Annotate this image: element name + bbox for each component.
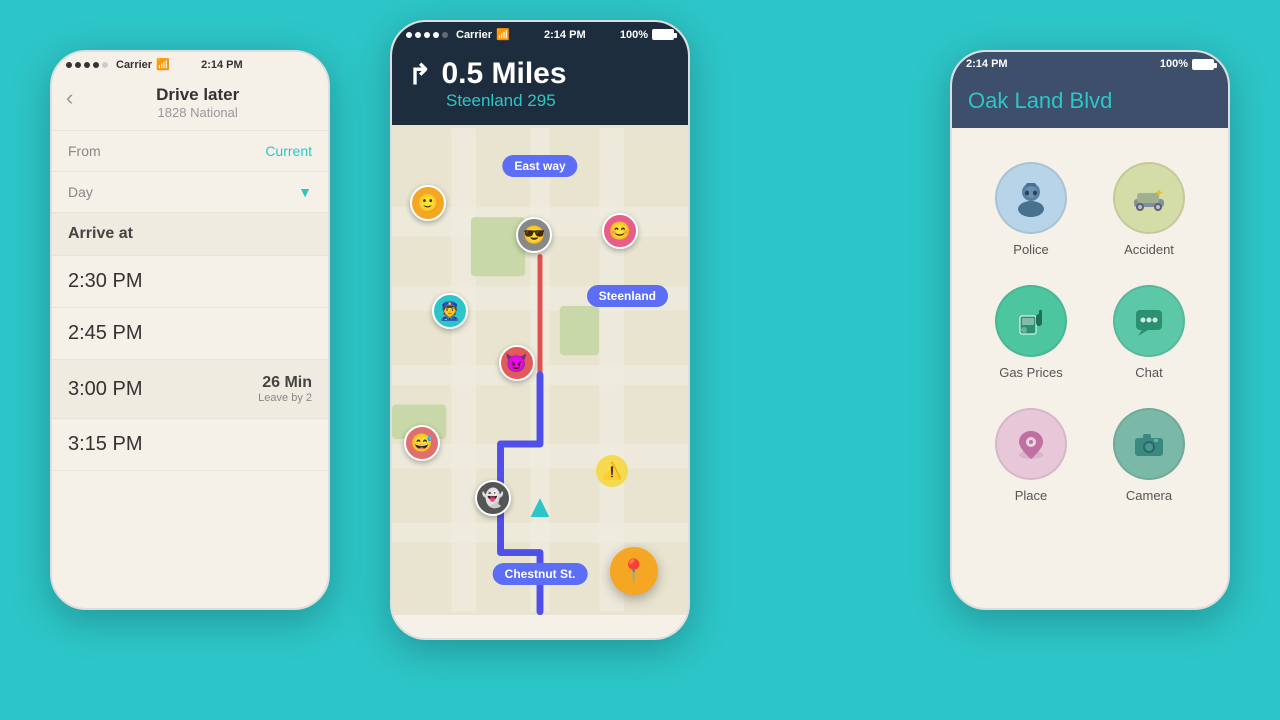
accident-label: Accident — [1124, 242, 1174, 257]
icon-item-place[interactable]: Place — [972, 394, 1090, 517]
avatar-pink2: 😅 — [404, 425, 440, 461]
chat-icon — [1130, 302, 1168, 340]
destination-pin: 📍 — [610, 547, 658, 595]
street-name: Oak Land Blvd — [968, 88, 1212, 114]
left-carrier: Carrier — [116, 59, 152, 71]
time-row-1[interactable]: 2:30 PM — [52, 256, 328, 308]
time-3-detail: 26 Min Leave by 2 — [258, 374, 312, 404]
left-status-bar: Carrier 📶 2:14 PM — [52, 52, 328, 77]
time-1: 2:30 PM — [68, 270, 142, 293]
center-status-bar: Carrier 📶 2:14 PM 100% — [392, 22, 688, 47]
map-area: East way Steenland Chestnut St. 🙂 😎 😊 👮 … — [392, 125, 688, 615]
gas-label: Gas Prices — [999, 365, 1063, 380]
time-row-3[interactable]: 3:00 PM 26 Min Leave by 2 — [52, 360, 328, 419]
time-2: 2:45 PM — [68, 322, 142, 345]
icon-item-camera[interactable]: Camera — [1090, 394, 1208, 517]
camera-icon — [1130, 425, 1168, 463]
svg-text:✦: ✦ — [1154, 186, 1164, 200]
police-label: Police — [1013, 242, 1048, 257]
address-subtitle: 1828 National — [81, 105, 314, 120]
chat-circle — [1113, 285, 1185, 357]
nav-street: Steenland 295 — [446, 91, 672, 111]
turn-arrow-icon: ↱ — [408, 58, 431, 91]
place-icon — [1012, 425, 1050, 463]
nav-distance: 0.5 Miles — [441, 57, 566, 91]
center-carrier: Carrier — [456, 29, 492, 41]
avatar-blue: 👮 — [432, 293, 468, 329]
steenland-label: Steenland — [587, 285, 668, 307]
left-body: From Current Day ▼ Arrive at 2:30 PM 2:4… — [52, 131, 328, 471]
arrive-section: Arrive at — [52, 213, 328, 256]
day-label: Day — [68, 184, 93, 200]
center-phone: Carrier 📶 2:14 PM 100% ↱ 0.5 Miles Steen… — [390, 20, 690, 640]
time-row-2[interactable]: 2:45 PM — [52, 308, 328, 360]
right-phone: 2:14 PM 100% Oak Land Blvd Police — [950, 50, 1230, 610]
avatar-orange: 🙂 — [410, 185, 446, 221]
police-icon — [1012, 179, 1050, 217]
camera-circle — [1113, 408, 1185, 480]
camera-label: Camera — [1126, 488, 1172, 503]
east-way-label: East way — [502, 155, 577, 177]
left-phone: Carrier 📶 2:14 PM ‹ Drive later 1828 Nat… — [50, 50, 330, 610]
left-header: ‹ Drive later 1828 National — [52, 77, 328, 131]
police-circle — [995, 162, 1067, 234]
chestnut-label: Chestnut St. — [493, 563, 588, 585]
gas-icon — [1012, 302, 1050, 340]
center-wifi-icon: 📶 — [496, 28, 510, 41]
street-banner: Oak Land Blvd — [952, 76, 1228, 128]
day-value: ▼ — [298, 184, 312, 200]
avatar-red: 😈 — [499, 345, 535, 381]
accident-circle: ✦ — [1113, 162, 1185, 234]
center-time: 2:14 PM — [544, 29, 586, 41]
icon-item-accident[interactable]: ✦ Accident — [1090, 148, 1208, 271]
icon-item-gas[interactable]: Gas Prices — [972, 271, 1090, 394]
left-wifi-icon: 📶 — [156, 58, 170, 71]
accident-icon: ✦ — [1130, 179, 1168, 217]
from-row: From Current — [52, 131, 328, 172]
time-3: 3:00 PM — [68, 378, 142, 401]
left-time: 2:14 PM — [201, 59, 243, 71]
right-status-bar: 2:14 PM 100% — [952, 52, 1228, 76]
from-value: Current — [265, 143, 312, 159]
place-circle — [995, 408, 1067, 480]
chat-label: Chat — [1135, 365, 1162, 380]
avatar-pink: 😊 — [602, 213, 638, 249]
day-row: Day ▼ — [52, 172, 328, 213]
gas-circle — [995, 285, 1067, 357]
icons-grid: Police ✦ Accident — [952, 128, 1228, 537]
icon-item-police[interactable]: Police — [972, 148, 1090, 271]
avatar-dark: 👻 — [475, 480, 511, 516]
nav-bar: ↱ 0.5 Miles Steenland 295 — [392, 47, 688, 125]
drive-later-title: Drive later — [81, 85, 314, 105]
right-time: 2:14 PM — [966, 58, 1008, 70]
time-row-4[interactable]: 3:15 PM — [52, 419, 328, 471]
center-battery-pct: 100% — [620, 29, 648, 41]
nav-arrow-icon: ▲ — [524, 488, 556, 525]
warning-pin: ⚠️ — [596, 455, 628, 487]
place-label: Place — [1015, 488, 1048, 503]
right-battery-pct: 100% — [1160, 58, 1188, 70]
time-4: 3:15 PM — [68, 433, 142, 456]
from-label: From — [68, 143, 101, 159]
back-button[interactable]: ‹ — [66, 87, 73, 109]
icon-item-chat[interactable]: Chat — [1090, 271, 1208, 394]
arrive-label: Arrive at — [68, 225, 133, 242]
